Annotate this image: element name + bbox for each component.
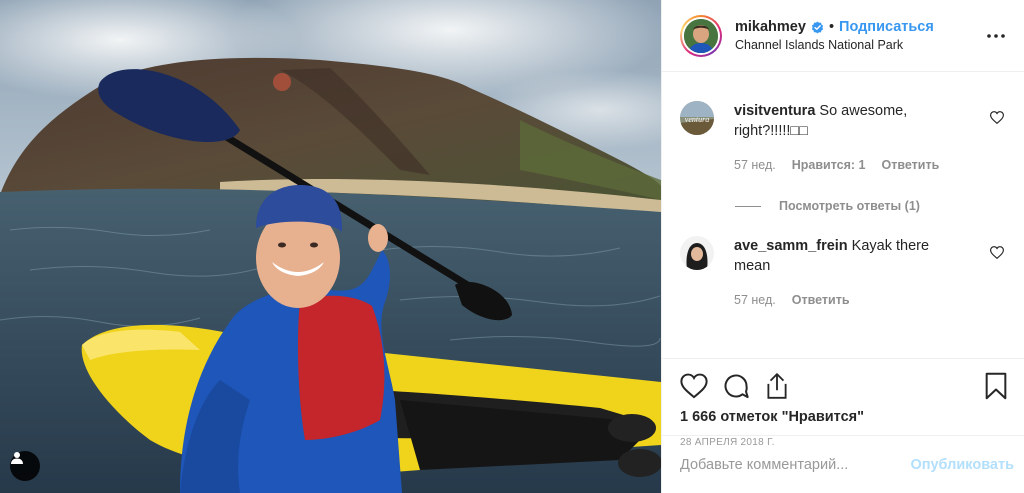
action-icons (680, 371, 1008, 401)
comment-meta: 57 нед. Ответить (734, 290, 966, 310)
instagram-post: mikahmey • Подписаться Channel Islands N… (0, 0, 1024, 493)
comment-time[interactable]: 57 нед. (734, 290, 776, 310)
comment-input[interactable] (680, 456, 911, 473)
user-tag-icon[interactable] (10, 451, 40, 481)
add-comment-bar: Опубликовать (662, 435, 1024, 493)
likes-count[interactable]: 1 666 отметок "Нравится" (680, 409, 1008, 425)
comment-like-heart-icon[interactable] (989, 246, 1005, 264)
comment-avatar[interactable] (680, 236, 714, 270)
comment-username[interactable]: visitventura (734, 103, 815, 119)
more-options-icon[interactable] (984, 24, 1008, 48)
comment-username[interactable]: ave_samm_frein (734, 238, 848, 254)
header-separator: • (828, 19, 835, 35)
header-text: mikahmey • Подписаться Channel Islands N… (735, 19, 984, 52)
reply-button[interactable]: Ответить (882, 155, 940, 175)
comment-likes[interactable]: Нравится: 1 (792, 155, 866, 175)
svg-text:ventura: ventura (685, 115, 709, 124)
comment-like-heart-icon[interactable] (989, 111, 1005, 129)
comment-item: ventura visitventura So awesome, right?!!… (680, 101, 1008, 175)
verified-icon (811, 21, 824, 34)
comment-meta: 57 нед. Нравится: 1 Ответить (734, 155, 966, 175)
comments-list: ventura visitventura So awesome, right?!!… (662, 101, 1024, 359)
reply-button[interactable]: Ответить (792, 290, 850, 310)
heart-icon[interactable] (680, 373, 708, 399)
comment-time[interactable]: 57 нед. (734, 155, 776, 175)
view-replies-button[interactable]: Посмотреть ответы (1) (735, 199, 1008, 213)
location-link[interactable]: Channel Islands National Park (735, 38, 984, 52)
follow-button[interactable]: Подписаться (839, 19, 934, 35)
photo-kayak-selfie (0, 0, 661, 493)
replies-divider (735, 205, 761, 207)
comment-icon[interactable] (722, 372, 750, 400)
post-side-panel: mikahmey • Подписаться Channel Islands N… (661, 0, 1024, 493)
post-comment-button[interactable]: Опубликовать (910, 457, 1014, 473)
comment-avatar[interactable]: ventura (680, 101, 714, 135)
comment-item: ave_samm_frein Kayak there mean 57 нед. О… (680, 236, 1008, 310)
post-header: mikahmey • Подписаться Channel Islands N… (662, 0, 1024, 72)
share-icon[interactable] (764, 372, 790, 400)
username-link[interactable]: mikahmey (735, 19, 806, 35)
avatar[interactable] (680, 14, 722, 57)
view-replies-label: Посмотреть ответы (1) (779, 199, 920, 213)
avatar-image (684, 18, 718, 53)
post-photo[interactable] (0, 0, 661, 493)
bookmark-icon[interactable] (984, 372, 1008, 400)
